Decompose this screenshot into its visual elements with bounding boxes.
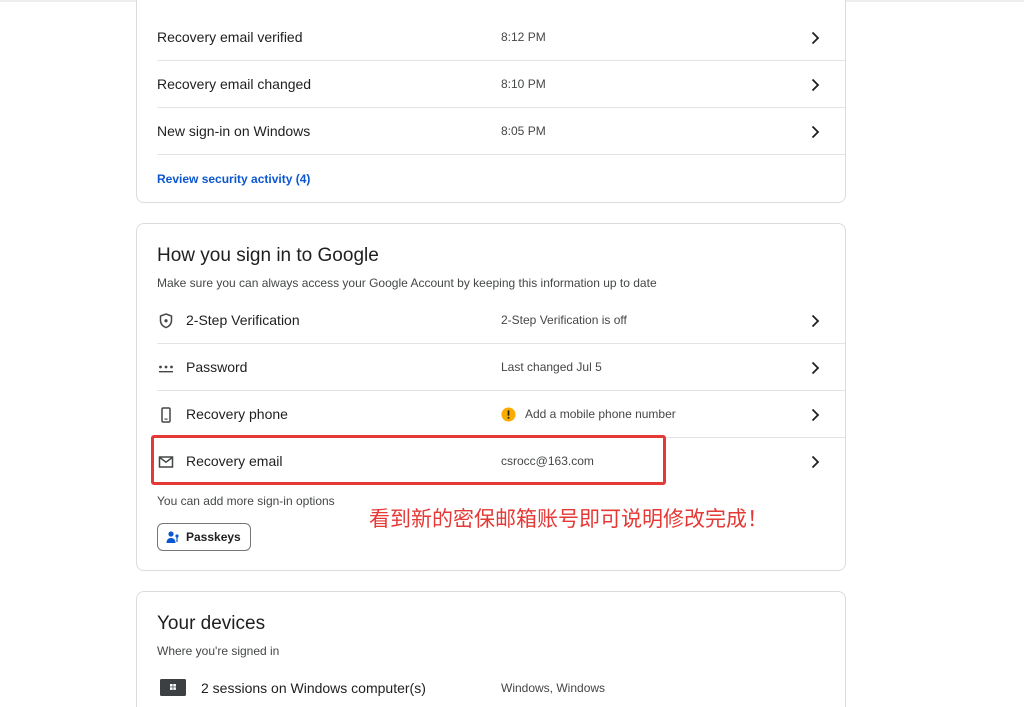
- recovery-email-label: Recovery email: [186, 453, 283, 469]
- recovery-phone-row[interactable]: Recovery phone Add a mobile phone number: [137, 391, 845, 438]
- devices-card: Your devices Where you're signed in 2 se…: [136, 591, 846, 707]
- two-step-verification-status: 2-Step Verification is off: [501, 313, 627, 327]
- activity-time: 8:05 PM: [501, 124, 546, 138]
- chevron-right-icon: [811, 455, 820, 469]
- recovery-email-value: csrocc@163.com: [501, 454, 594, 468]
- mail-icon: [158, 456, 174, 468]
- activity-row-recovery-email-changed[interactable]: Recovery email changed 8:10 PM: [137, 61, 845, 108]
- review-security-activity-link[interactable]: Review security activity (4): [157, 172, 310, 186]
- security-activity-card: Recovery email verified 8:12 PM Recovery…: [136, 0, 846, 203]
- chevron-right-icon: [811, 408, 820, 422]
- shield-icon: [159, 313, 173, 329]
- more-sign-in-options-text: You can add more sign-in options: [157, 494, 335, 508]
- two-step-verification-label: 2-Step Verification: [186, 312, 300, 328]
- chevron-right-icon: [811, 361, 820, 375]
- recovery-phone-status: Add a mobile phone number: [525, 407, 676, 421]
- phone-icon: [161, 407, 171, 423]
- password-row[interactable]: Password Last changed Jul 5: [137, 344, 845, 391]
- chevron-right-icon: [811, 31, 820, 45]
- device-label: 2 sessions on Windows computer(s): [201, 680, 426, 696]
- passkey-icon: [166, 531, 179, 543]
- activity-row-new-sign-in[interactable]: New sign-in on Windows 8:05 PM: [137, 108, 845, 155]
- chevron-right-icon: [811, 314, 820, 328]
- devices-title: Your devices: [157, 613, 266, 634]
- activity-label: Recovery email changed: [157, 76, 312, 92]
- warning-icon: [501, 407, 516, 422]
- device-os: Windows, Windows: [501, 681, 606, 695]
- annotation-text: 看到新的密保邮箱账号即可说明修改完成！: [369, 507, 768, 531]
- passkeys-button[interactable]: Passkeys: [157, 523, 251, 551]
- two-step-verification-row[interactable]: 2-Step Verification 2-Step Verification …: [137, 297, 845, 344]
- password-dots-icon: [159, 365, 173, 373]
- sign-in-title: How you sign in to Google: [157, 245, 379, 266]
- chevron-right-icon: [811, 78, 820, 92]
- activity-row-recovery-email-verified[interactable]: Recovery email verified 8:12 PM: [137, 14, 845, 61]
- activity-time: 8:12 PM: [501, 30, 546, 44]
- activity-label: New sign-in on Windows: [157, 123, 311, 139]
- sign-in-subtitle: Make sure you can always access your Goo…: [157, 276, 657, 290]
- recovery-phone-label: Recovery phone: [186, 406, 288, 422]
- device-row-windows[interactable]: 2 sessions on Windows computer(s) Window…: [137, 665, 845, 707]
- activity-time: 8:10 PM: [501, 77, 546, 91]
- devices-subtitle: Where you're signed in: [157, 644, 280, 658]
- passkeys-label: Passkeys: [186, 530, 241, 544]
- activity-label: Recovery email verified: [157, 29, 303, 45]
- laptop-icon: [160, 679, 186, 696]
- chevron-right-icon: [811, 125, 820, 139]
- password-last-changed: Last changed Jul 5: [501, 360, 602, 374]
- recovery-email-row[interactable]: Recovery email csrocc@163.com: [137, 438, 845, 485]
- password-label: Password: [186, 359, 248, 375]
